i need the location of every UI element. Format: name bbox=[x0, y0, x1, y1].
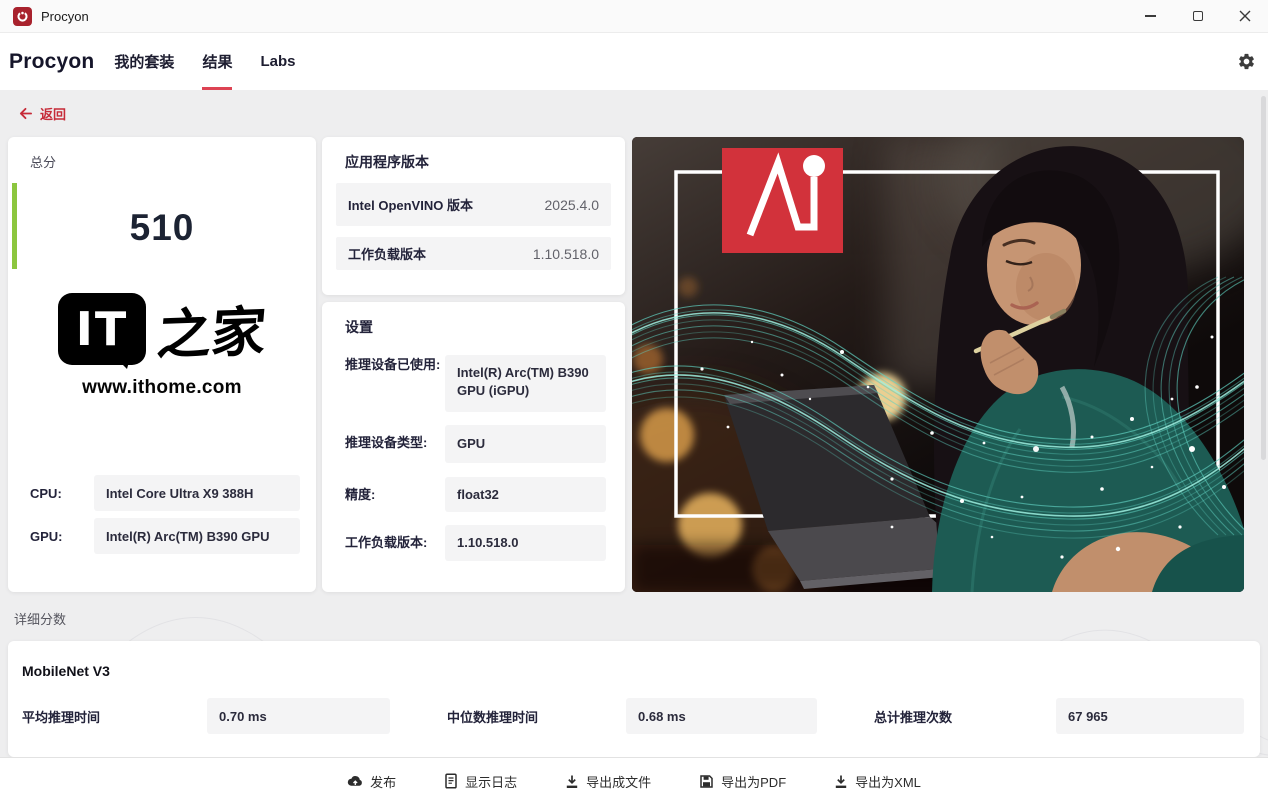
cloud-upload-icon bbox=[347, 774, 363, 788]
median-inference-time-label: 中位数推理时间 bbox=[447, 707, 538, 726]
maximize-button[interactable] bbox=[1174, 0, 1221, 32]
cpu-label: CPU: bbox=[30, 486, 62, 501]
gear-icon bbox=[1237, 52, 1256, 71]
window-title: Procyon bbox=[41, 9, 89, 24]
workload-version-row: 工作负载版本 1.10.518.0 bbox=[336, 237, 611, 270]
back-button[interactable]: 返回 bbox=[18, 104, 66, 123]
gpu-value: Intel(R) Arc(TM) B390 GPU bbox=[94, 518, 300, 554]
minimize-button[interactable] bbox=[1127, 0, 1174, 32]
openvino-version-row: Intel OpenVINO 版本 2025.4.0 bbox=[336, 183, 611, 226]
close-button[interactable] bbox=[1221, 0, 1268, 32]
gpu-label: GPU: bbox=[30, 529, 63, 544]
procyon-app-icon bbox=[13, 7, 32, 26]
workload-version-value: 1.10.518.0 bbox=[445, 525, 606, 561]
vertical-scrollbar[interactable] bbox=[1261, 96, 1266, 460]
median-inference-time-value: 0.68 ms bbox=[626, 698, 817, 734]
export-pdf-icon bbox=[699, 774, 714, 789]
back-arrow-icon bbox=[18, 107, 33, 120]
main-navbar: Procyon 我的套装 结果 Labs bbox=[0, 33, 1268, 90]
settings-title: 设置 bbox=[345, 317, 373, 337]
total-inference-count-label: 总计推理次数 bbox=[874, 707, 952, 726]
settings-card: 设置 推理设备已使用: Intel(R) Arc(TM) B390 GPU (i… bbox=[322, 302, 625, 592]
total-score-card: 总分 510 IT 之家 www.ithome.com CPU: Intel C… bbox=[8, 137, 316, 592]
ithome-cn-text: 之家 bbox=[154, 287, 269, 370]
avg-inference-time-value: 0.70 ms bbox=[207, 698, 390, 734]
total-inference-count-value: 67 965 bbox=[1056, 698, 1244, 734]
ai-benchmark-hero-image bbox=[632, 137, 1244, 592]
precision-value: float32 bbox=[445, 477, 606, 512]
close-icon bbox=[1239, 10, 1251, 22]
avg-inference-time-label: 平均推理时间 bbox=[22, 707, 100, 726]
hero-photo-illustration bbox=[632, 137, 1244, 592]
tab-labs[interactable]: Labs bbox=[246, 33, 309, 90]
minimize-icon bbox=[1145, 15, 1156, 17]
precision-label: 精度: bbox=[345, 485, 445, 504]
settings-gear-button[interactable] bbox=[1237, 52, 1256, 71]
total-score-value: 510 bbox=[8, 207, 316, 249]
footer-action-bar: 发布 显示日志 导出成文件 导出为PDF 导出为XML bbox=[0, 757, 1268, 804]
export-file-icon bbox=[565, 774, 579, 789]
device-type-value: GPU bbox=[445, 425, 606, 463]
show-log-button[interactable]: 显示日志 bbox=[438, 771, 523, 792]
log-file-icon bbox=[444, 773, 458, 789]
device-type-label: 推理设备类型: bbox=[345, 433, 445, 452]
workload-version-label: 工作负载版本: bbox=[345, 533, 445, 552]
nav-tabs: 我的套装 结果 Labs bbox=[100, 33, 309, 90]
detail-scores-card: MobileNet V3 平均推理时间 0.70 ms 中位数推理时间 0.68… bbox=[8, 641, 1260, 757]
brand-logo-text: Procyon bbox=[9, 50, 94, 74]
window-titlebar: Procyon bbox=[0, 0, 1268, 33]
ai-logo bbox=[722, 148, 843, 253]
workload-name: MobileNet V3 bbox=[22, 663, 110, 679]
export-xml-icon bbox=[834, 774, 848, 789]
inference-device-label: 推理设备已使用: bbox=[345, 355, 445, 374]
export-file-button[interactable]: 导出成文件 bbox=[559, 771, 657, 792]
maximize-icon bbox=[1193, 11, 1203, 21]
app-version-card: 应用程序版本 Intel OpenVINO 版本 2025.4.0 工作负载版本… bbox=[322, 137, 625, 295]
app-version-title: 应用程序版本 bbox=[345, 152, 429, 172]
detail-scores-section-title: 详细分数 bbox=[14, 609, 66, 628]
cpu-value: Intel Core Ultra X9 388H bbox=[94, 475, 300, 511]
tab-results[interactable]: 结果 bbox=[188, 33, 246, 90]
publish-button[interactable]: 发布 bbox=[341, 771, 402, 792]
ithome-bubble-icon: IT bbox=[58, 293, 146, 365]
score-card-title: 总分 bbox=[30, 152, 56, 171]
inference-device-value: Intel(R) Arc(TM) B390 GPU (iGPU) bbox=[445, 355, 606, 412]
export-pdf-button[interactable]: 导出为PDF bbox=[693, 771, 792, 792]
ithome-watermark-logo: IT 之家 bbox=[8, 289, 316, 368]
ithome-url: www.ithome.com bbox=[8, 377, 316, 399]
tab-my-suites[interactable]: 我的套装 bbox=[100, 33, 188, 90]
export-xml-button[interactable]: 导出为XML bbox=[828, 771, 927, 792]
